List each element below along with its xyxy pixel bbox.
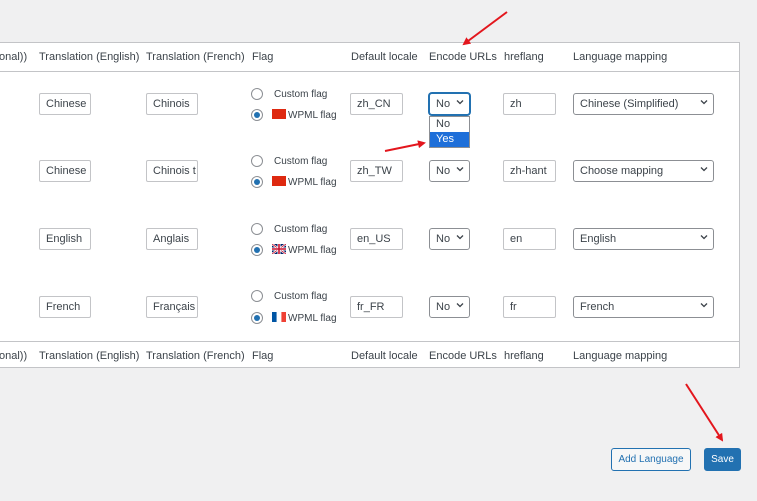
table-footer: onal)) Translation (English) Translation… bbox=[0, 341, 739, 370]
chevron-down-icon bbox=[700, 167, 708, 172]
hreflang-input[interactable]: fr bbox=[503, 296, 556, 318]
wpml-flag-label: WPML flag bbox=[288, 245, 337, 256]
dropdown-option-no[interactable]: No bbox=[430, 117, 469, 132]
language-mapping-value: Choose mapping bbox=[580, 165, 664, 177]
col-footer-flag: Flag bbox=[252, 350, 274, 362]
col-header-encode-urls: Encode URLs bbox=[429, 51, 497, 63]
china-flag-icon bbox=[272, 109, 286, 119]
encode-urls-value: No bbox=[436, 165, 451, 177]
add-language-button[interactable]: Add Language bbox=[611, 448, 691, 471]
encode-urls-select[interactable]: No bbox=[429, 160, 470, 182]
wpml-flag-radio[interactable] bbox=[251, 176, 263, 188]
table-header: onal)) Translation (English) Translation… bbox=[0, 43, 739, 72]
wpml-flag-radio[interactable] bbox=[251, 109, 263, 121]
encode-urls-select[interactable]: No bbox=[429, 93, 470, 115]
encode-urls-select[interactable]: No bbox=[429, 228, 470, 250]
china-flag-icon bbox=[272, 176, 286, 186]
save-button[interactable]: Save bbox=[704, 448, 741, 471]
chevron-down-icon bbox=[700, 235, 708, 240]
custom-flag-label: Custom flag bbox=[274, 291, 328, 302]
translation-fr-input[interactable]: Français bbox=[146, 296, 198, 318]
default-locale-input[interactable]: en_US bbox=[350, 228, 403, 250]
col-footer-code: onal)) bbox=[0, 350, 28, 362]
language-mapping-select[interactable]: Chinese (Simplified) bbox=[573, 93, 714, 115]
encode-urls-select[interactable]: No bbox=[429, 296, 470, 318]
hreflang-input[interactable]: zh-hant bbox=[503, 160, 556, 182]
arrow-to-encode-urls-header bbox=[462, 11, 508, 46]
encode-urls-value: No bbox=[436, 98, 451, 110]
custom-flag-label: Custom flag bbox=[274, 224, 328, 235]
chevron-down-icon bbox=[456, 100, 464, 105]
wpml-flag-label: WPML flag bbox=[288, 313, 337, 324]
custom-flag-label: Custom flag bbox=[274, 89, 328, 100]
chevron-down-icon bbox=[700, 303, 708, 308]
chevron-down-icon bbox=[456, 235, 464, 240]
translation-en-input[interactable]: French bbox=[39, 296, 91, 318]
col-header-translation-en: Translation (English) bbox=[39, 51, 140, 63]
wpml-flag-label: WPML flag bbox=[288, 177, 337, 188]
col-header-translation-fr: Translation (French) bbox=[146, 51, 245, 63]
col-header-default-locale: Default locale bbox=[351, 51, 418, 63]
wpml-flag-radio[interactable] bbox=[251, 244, 263, 256]
translation-fr-input[interactable]: Chinois bbox=[146, 93, 198, 115]
encode-urls-value: No bbox=[436, 301, 451, 313]
default-locale-input[interactable]: zh_CN bbox=[350, 93, 403, 115]
col-footer-default-locale: Default locale bbox=[351, 350, 418, 362]
uk-flag-icon bbox=[271, 243, 287, 255]
hreflang-input[interactable]: en bbox=[503, 228, 556, 250]
col-footer-translation-fr: Translation (French) bbox=[146, 350, 245, 362]
col-header-flag: Flag bbox=[252, 51, 274, 63]
language-mapping-select[interactable]: Choose mapping bbox=[573, 160, 714, 182]
language-mapping-select[interactable]: English bbox=[573, 228, 714, 250]
language-mapping-value: French bbox=[580, 301, 615, 313]
col-header-hreflang: hreflang bbox=[504, 51, 544, 63]
col-header-language-mapping: Language mapping bbox=[573, 51, 668, 63]
encode-urls-value: No bbox=[436, 233, 451, 245]
col-footer-translation-en: Translation (English) bbox=[39, 350, 140, 362]
translation-en-input[interactable]: Chinese bbox=[39, 160, 91, 182]
translation-fr-input[interactable]: Chinois t bbox=[146, 160, 198, 182]
wpml-flag-radio[interactable] bbox=[251, 312, 263, 324]
col-footer-hreflang: hreflang bbox=[504, 350, 544, 362]
wpml-flag-label: WPML flag bbox=[288, 110, 337, 121]
chevron-down-icon bbox=[456, 303, 464, 308]
translation-en-input[interactable]: Chinese bbox=[39, 93, 91, 115]
custom-flag-radio[interactable] bbox=[251, 155, 263, 167]
custom-flag-label: Custom flag bbox=[274, 156, 328, 167]
default-locale-input[interactable]: fr_FR bbox=[350, 296, 403, 318]
col-footer-encode-urls: Encode URLs bbox=[429, 350, 497, 362]
france-flag-icon bbox=[272, 312, 286, 322]
translation-fr-input[interactable]: Anglais bbox=[146, 228, 198, 250]
chevron-down-icon bbox=[700, 100, 708, 105]
arrow-to-save-button bbox=[685, 383, 724, 442]
custom-flag-radio[interactable] bbox=[251, 88, 263, 100]
languages-table: onal)) Translation (English) Translation… bbox=[0, 42, 740, 368]
col-header-code: onal)) bbox=[0, 51, 28, 63]
translation-en-input[interactable]: English bbox=[39, 228, 91, 250]
custom-flag-radio[interactable] bbox=[251, 223, 263, 235]
language-mapping-value: English bbox=[580, 233, 617, 245]
col-footer-language-mapping: Language mapping bbox=[573, 350, 668, 362]
top-description-link[interactable] bbox=[236, 0, 454, 4]
dropdown-option-yes[interactable]: Yes bbox=[430, 132, 469, 147]
language-mapping-value: Chinese (Simplified) bbox=[580, 98, 679, 110]
hreflang-input[interactable]: zh bbox=[503, 93, 556, 115]
custom-flag-radio[interactable] bbox=[251, 290, 263, 302]
chevron-down-icon bbox=[456, 167, 464, 172]
language-mapping-select[interactable]: French bbox=[573, 296, 714, 318]
default-locale-input[interactable]: zh_TW bbox=[350, 160, 403, 182]
encode-urls-dropdown-list: No Yes bbox=[429, 116, 470, 148]
